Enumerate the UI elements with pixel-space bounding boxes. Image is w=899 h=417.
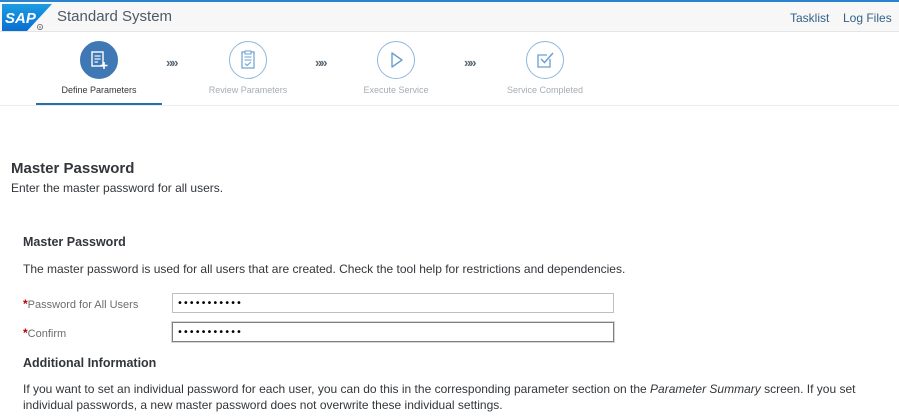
clipboard-check-icon [241,50,255,69]
additional-information-text: If you want to set an individual passwor… [23,382,856,412]
log-files-link[interactable]: Log Files [843,11,892,25]
confirm-field-label: *Confirm [23,326,67,340]
active-step-indicator [36,103,162,105]
password-field-label: *Password for All Users [23,297,139,311]
additional-information-heading: Additional Information [23,356,157,370]
svg-text:R: R [39,25,42,29]
sap-logo: SAP R [2,4,52,31]
edit-list-icon [91,51,108,69]
page-title: Master Password [11,160,135,177]
step-review-parameters[interactable]: Review Parameters [173,41,323,103]
step-label: Service Completed [506,85,584,95]
step-label: Execute Service [363,85,429,95]
master-password-description: The master password is used for all user… [23,262,626,276]
play-icon [391,52,403,68]
parameter-summary-emphasis: Parameter Summary [650,382,761,396]
step-label: Define Parameters [61,85,137,95]
app-title: Standard System [57,8,173,25]
step-define-parameters[interactable]: Define Parameters [24,41,174,105]
shell-bar: SAP R Standard System Tasklist Log Files [0,2,899,32]
master-password-heading: Master Password [23,235,126,249]
confirm-password-input[interactable] [172,322,614,342]
tasklist-link[interactable]: Tasklist [790,11,829,25]
page-subtitle: Enter the master password for all users. [11,181,224,195]
svg-text:SAP: SAP [5,10,37,27]
step-label: Review Parameters [208,85,288,95]
password-input[interactable] [172,293,614,313]
step-service-completed[interactable]: Service Completed [470,41,620,103]
wizard-progress-bar: Define Parameters »» Review Parameters »… [0,33,899,106]
checkbox-check-icon [537,52,554,68]
step-execute-service[interactable]: Execute Service [321,41,471,103]
